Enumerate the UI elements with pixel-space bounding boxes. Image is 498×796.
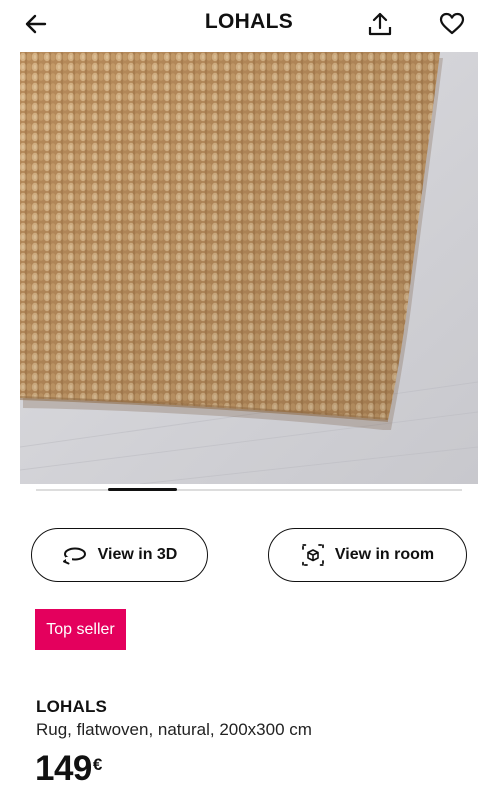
- view-in-room-label: View in room: [334, 546, 435, 563]
- carousel-active-segment: [108, 488, 177, 491]
- product-image[interactable]: [20, 52, 478, 484]
- rotate-3d-icon: [62, 547, 86, 565]
- heart-icon: [439, 12, 465, 35]
- carousel-indicator[interactable]: [36, 488, 462, 491]
- ar-cube-icon: [301, 544, 324, 566]
- price-value: 149: [35, 749, 92, 788]
- favorite-button[interactable]: [432, 4, 472, 44]
- top-seller-badge: Top seller: [35, 609, 126, 650]
- share-icon: [368, 12, 392, 36]
- top-bar: LOHALS: [0, 0, 498, 50]
- product-name: LOHALS: [36, 697, 108, 716]
- rug-photo: [20, 52, 478, 484]
- view-in-3d-button[interactable]: View in 3D: [31, 528, 208, 582]
- product-description: Rug, flatwoven, natural, 200x300 cm: [36, 720, 312, 739]
- share-button[interactable]: [360, 4, 400, 44]
- product-price: 149€: [35, 749, 102, 789]
- view-in-3d-label: View in 3D: [97, 546, 178, 563]
- view-in-room-button[interactable]: View in room: [268, 528, 467, 582]
- price-currency: €: [92, 755, 102, 774]
- page-title: LOHALS: [204, 10, 294, 33]
